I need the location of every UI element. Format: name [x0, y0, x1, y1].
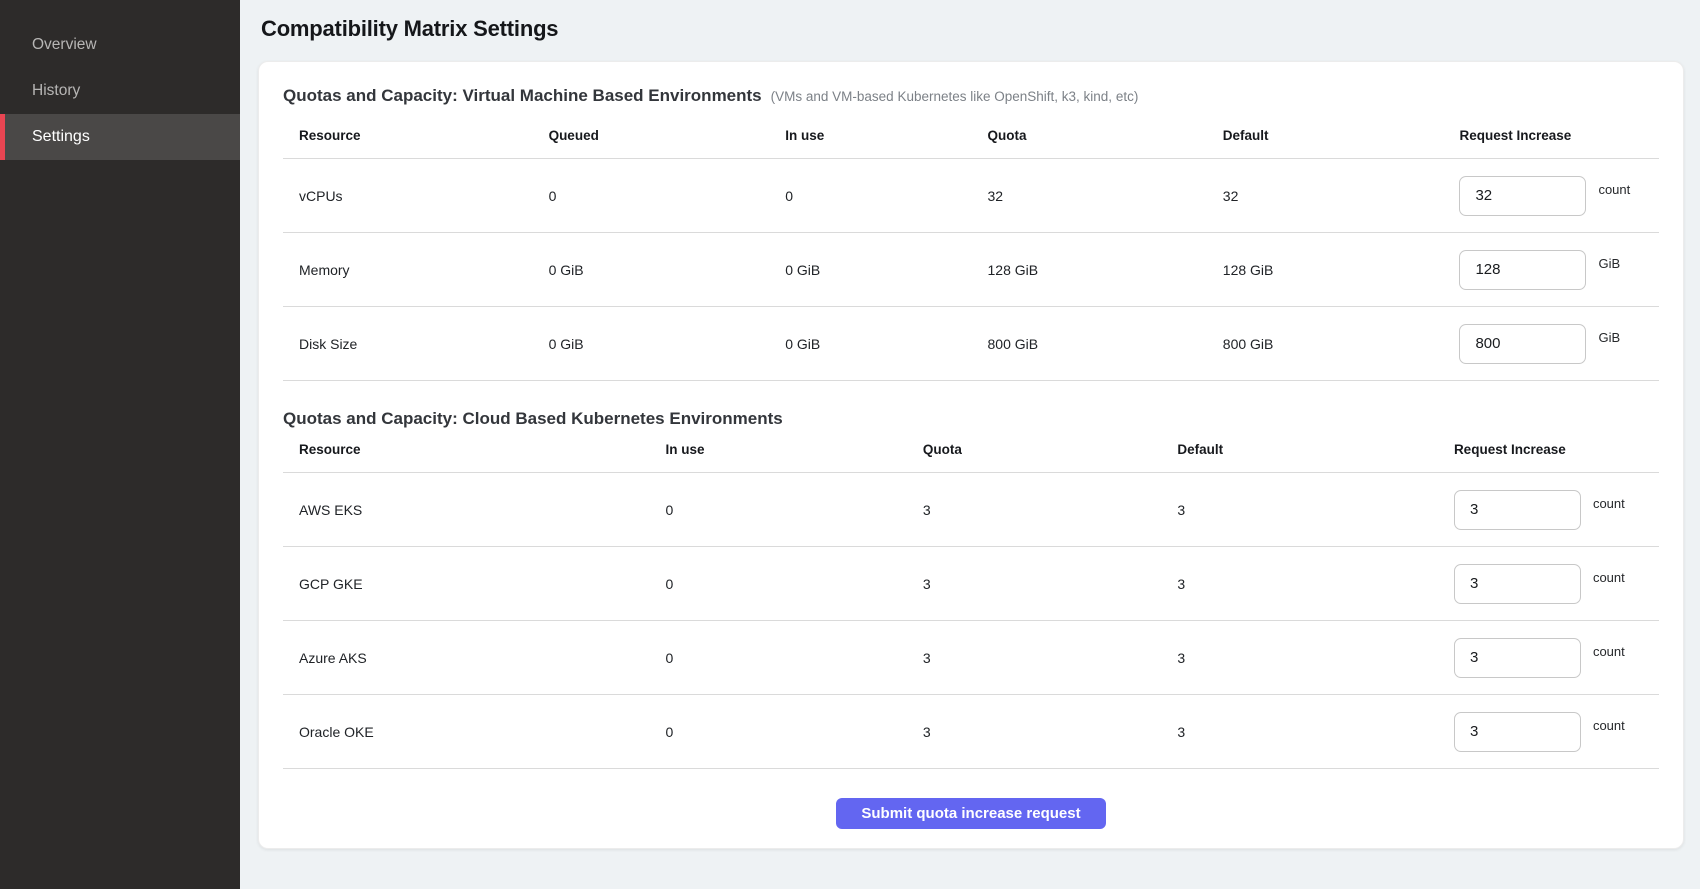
column-header: Request Increase [1459, 106, 1659, 159]
request-increase-input[interactable] [1454, 638, 1581, 678]
request-increase-input[interactable] [1459, 250, 1586, 290]
column-header: In use [785, 106, 987, 159]
request-increase-cell: count [1454, 621, 1659, 695]
unit-label: count [1593, 718, 1625, 733]
value-cell: 3 [923, 695, 1178, 769]
resource-name-cell: vCPUs [283, 159, 549, 233]
column-header: Quota [923, 429, 1178, 473]
column-header: Resource [283, 429, 666, 473]
unit-label: count [1598, 182, 1630, 197]
value-cell: 0 [666, 695, 923, 769]
request-increase-input[interactable] [1454, 490, 1581, 530]
value-cell: 0 GiB [785, 233, 987, 307]
value-cell: 3 [1177, 621, 1454, 695]
resource-name-cell: AWS EKS [283, 473, 666, 547]
value-cell: 800 GiB [1223, 307, 1460, 381]
unit-label: GiB [1598, 330, 1620, 345]
request-increase-cell: count [1454, 473, 1659, 547]
column-header: Quota [988, 106, 1223, 159]
section-title: Quotas and Capacity: Cloud Based Kuberne… [283, 409, 783, 429]
request-increase-input[interactable] [1459, 324, 1586, 364]
request-increase-input[interactable] [1459, 176, 1586, 216]
request-increase-control: count [1454, 564, 1659, 604]
unit-label: count [1593, 644, 1625, 659]
section-heading: Quotas and Capacity: Virtual Machine Bas… [283, 86, 1659, 106]
column-header: Request Increase [1454, 429, 1659, 473]
value-cell: 0 GiB [549, 307, 786, 381]
request-increase-input[interactable] [1454, 564, 1581, 604]
main-content: Compatibility Matrix Settings Quotas and… [240, 0, 1700, 889]
column-header: Queued [549, 106, 786, 159]
column-header: In use [666, 429, 923, 473]
request-increase-control: count [1454, 490, 1659, 530]
value-cell: 0 [666, 547, 923, 621]
request-increase-input[interactable] [1454, 712, 1581, 752]
section-heading: Quotas and Capacity: Cloud Based Kuberne… [283, 409, 1659, 429]
unit-label: count [1593, 496, 1625, 511]
sidebar-item-history[interactable]: History [0, 68, 240, 114]
section-title: Quotas and Capacity: Virtual Machine Bas… [283, 86, 762, 106]
column-header: Resource [283, 106, 549, 159]
resource-name-cell: Memory [283, 233, 549, 307]
quota-table: ResourceIn useQuotaDefaultRequest Increa… [283, 429, 1659, 769]
value-cell: 3 [923, 473, 1178, 547]
value-cell: 3 [1177, 473, 1454, 547]
table-row: GCP GKE033count [283, 547, 1659, 621]
request-increase-cell: count [1454, 695, 1659, 769]
sidebar-item-settings[interactable]: Settings [0, 114, 240, 160]
value-cell: 0 [785, 159, 987, 233]
value-cell: 128 GiB [988, 233, 1223, 307]
quota-table: ResourceQueuedIn useQuotaDefaultRequest … [283, 106, 1659, 381]
unit-label: GiB [1598, 256, 1620, 271]
value-cell: 0 GiB [785, 307, 987, 381]
sidebar: OverviewHistorySettings [0, 0, 240, 889]
resource-name-cell: Disk Size [283, 307, 549, 381]
resource-name-cell: Azure AKS [283, 621, 666, 695]
request-increase-cell: count [1454, 547, 1659, 621]
value-cell: 32 [1223, 159, 1460, 233]
value-cell: 0 GiB [549, 233, 786, 307]
request-increase-control: GiB [1459, 324, 1659, 364]
header-row: ResourceQueuedIn useQuotaDefaultRequest … [283, 106, 1659, 159]
unit-label: count [1593, 570, 1625, 585]
request-increase-control: count [1459, 176, 1659, 216]
request-increase-control: count [1454, 712, 1659, 752]
quota-section: Quotas and Capacity: Cloud Based Kuberne… [283, 409, 1659, 769]
value-cell: 3 [1177, 547, 1454, 621]
resource-name-cell: Oracle OKE [283, 695, 666, 769]
section-subtitle: (VMs and VM-based Kubernetes like OpenSh… [771, 89, 1139, 104]
request-increase-control: count [1454, 638, 1659, 678]
table-row: Memory0 GiB0 GiB128 GiB128 GiBGiB [283, 233, 1659, 307]
resource-name-cell: GCP GKE [283, 547, 666, 621]
header-row: ResourceIn useQuotaDefaultRequest Increa… [283, 429, 1659, 473]
value-cell: 32 [988, 159, 1223, 233]
request-increase-control: GiB [1459, 250, 1659, 290]
value-cell: 3 [1177, 695, 1454, 769]
column-header: Default [1177, 429, 1454, 473]
value-cell: 800 GiB [988, 307, 1223, 381]
app-window: OverviewHistorySettings Compatibility Ma… [0, 0, 1700, 889]
value-cell: 3 [923, 621, 1178, 695]
table-row: Disk Size0 GiB0 GiB800 GiB800 GiBGiB [283, 307, 1659, 381]
table-row: vCPUs003232count [283, 159, 1659, 233]
page-title: Compatibility Matrix Settings [261, 16, 1700, 42]
sidebar-item-overview[interactable]: Overview [0, 22, 240, 68]
submit-row: Submit quota increase request [283, 798, 1659, 829]
request-increase-cell: count [1459, 159, 1659, 233]
request-increase-cell: GiB [1459, 307, 1659, 381]
table-row: AWS EKS033count [283, 473, 1659, 547]
value-cell: 3 [923, 547, 1178, 621]
table-row: Azure AKS033count [283, 621, 1659, 695]
value-cell: 128 GiB [1223, 233, 1460, 307]
value-cell: 0 [666, 621, 923, 695]
column-header: Default [1223, 106, 1460, 159]
value-cell: 0 [666, 473, 923, 547]
table-row: Oracle OKE033count [283, 695, 1659, 769]
settings-card: Quotas and Capacity: Virtual Machine Bas… [258, 61, 1684, 849]
request-increase-cell: GiB [1459, 233, 1659, 307]
submit-quota-increase-button[interactable]: Submit quota increase request [836, 798, 1105, 829]
quota-section: Quotas and Capacity: Virtual Machine Bas… [283, 86, 1659, 381]
value-cell: 0 [549, 159, 786, 233]
